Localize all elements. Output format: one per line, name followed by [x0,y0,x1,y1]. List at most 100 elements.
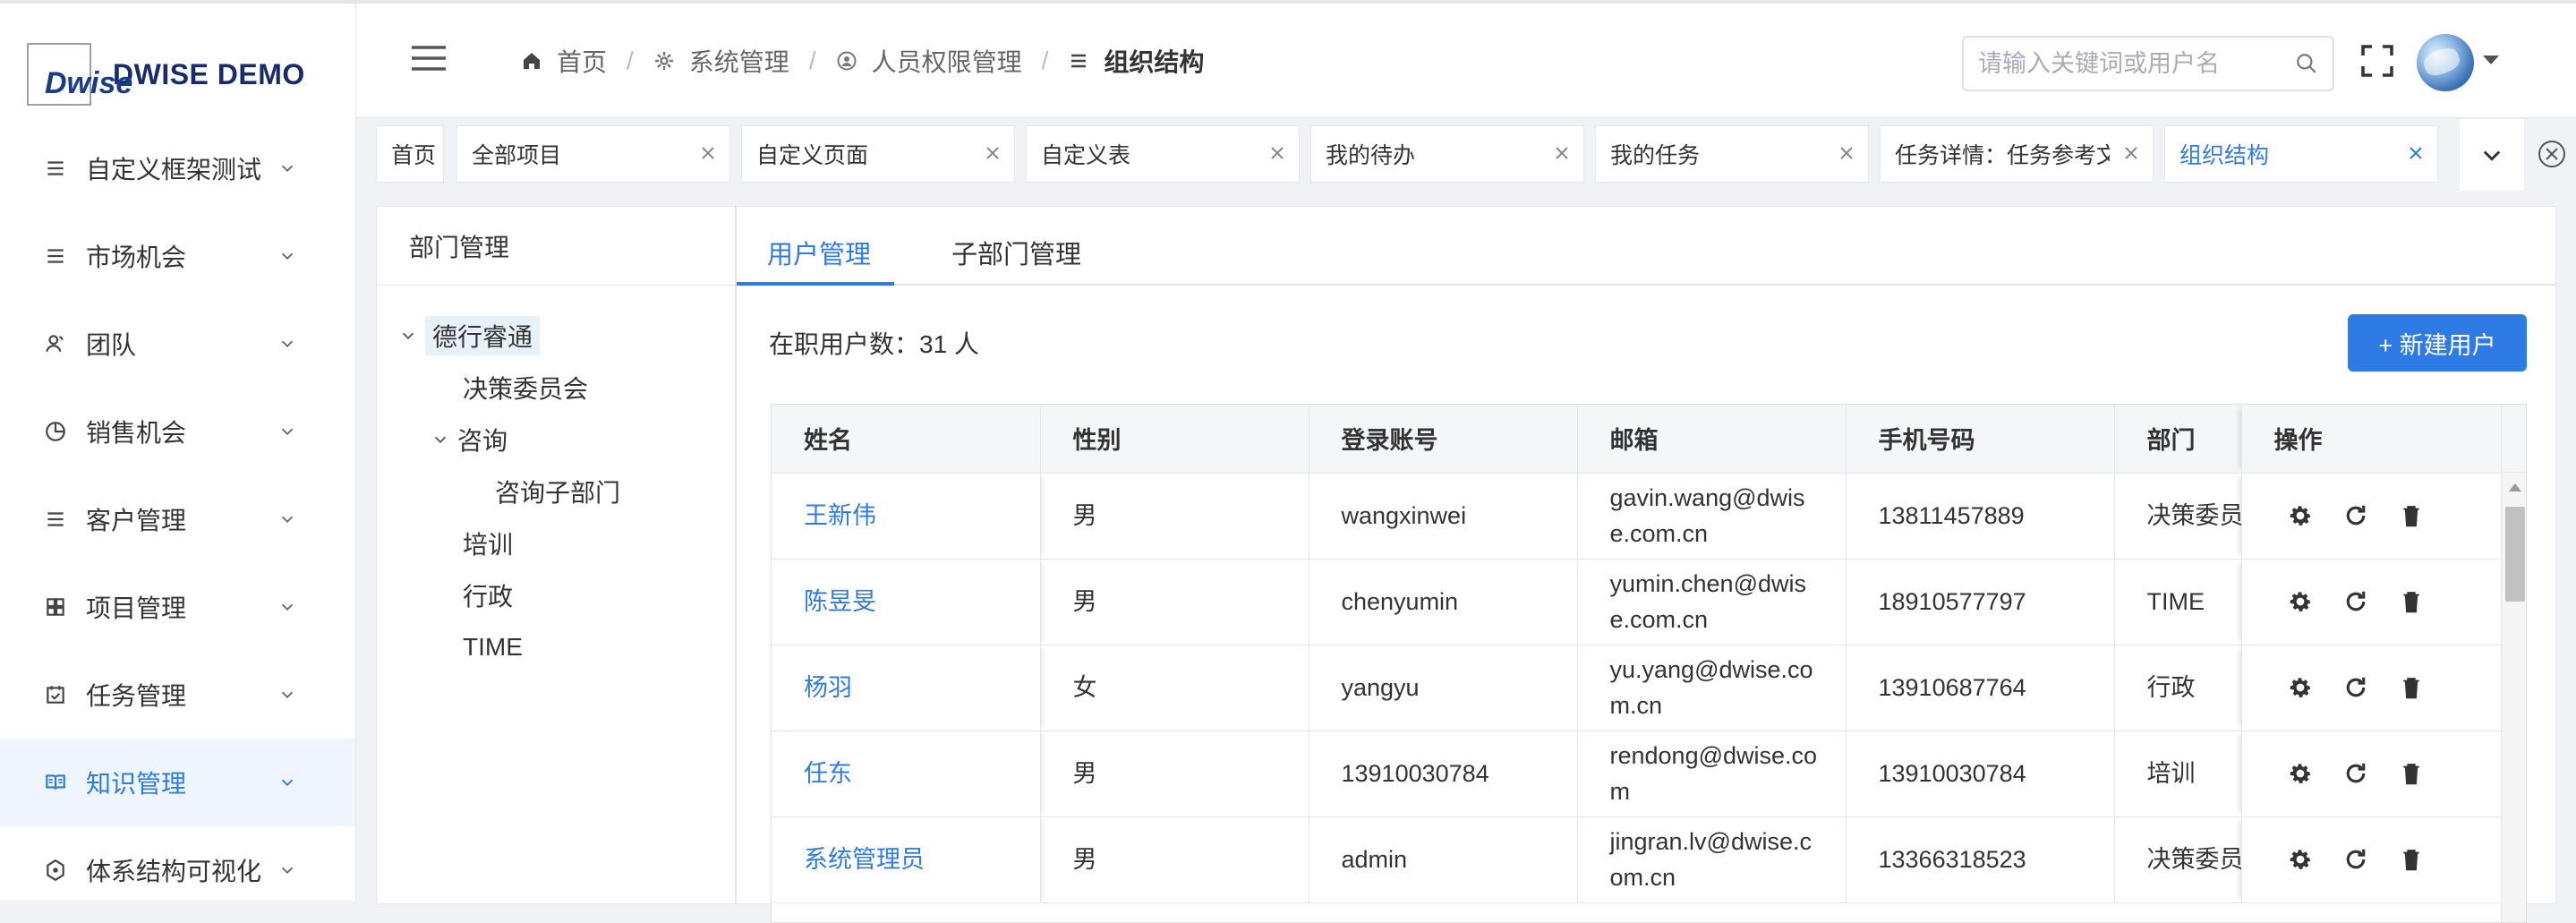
chevron-down-icon [281,779,294,787]
cell-phone: 13366318523 [1846,816,2115,903]
tree-node-decision-committee[interactable]: 决策委员会 [463,368,588,407]
cell-department: 培训 [2114,731,2242,817]
sidebar-item-team[interactable]: 团队 [0,300,355,388]
sidebar-item-project-management[interactable]: 项目管理 [0,563,355,651]
tab-custom-page[interactable]: 自定义页面 [741,125,1015,183]
trash-icon[interactable] [2398,760,2425,787]
tree-node-root[interactable]: 德行睿通 [398,316,541,355]
tab-task-detail[interactable]: 任务详情：任务参考文 [1880,125,2154,183]
sidebar-item-label: 市场机会 [86,244,187,271]
close-all-tabs-icon[interactable] [2535,137,2569,171]
tab-my-todo[interactable]: 我的待办 [1310,125,1584,183]
scroll-up-arrow-icon[interactable] [2509,483,2521,491]
user-panel-tabs: 用户管理 子部门管理 [737,207,2555,286]
tab-custom-table[interactable]: 自定义表 [1026,125,1300,183]
column-header-account[interactable]: 登录账号 [1309,405,1578,474]
user-name-link[interactable]: 陈昱旻 [804,588,876,615]
column-header-phone[interactable]: 手机号码 [1846,405,2115,474]
scrollbar-thumb[interactable] [2505,507,2525,602]
trash-icon[interactable] [2398,674,2425,701]
search-icon[interactable] [2295,52,2318,75]
cell-account: wangxinwei [1309,473,1578,560]
breadcrumb-separator: / [1041,47,1049,74]
trash-icon[interactable] [2398,502,2425,529]
search-box [1962,36,2334,91]
column-header-department[interactable]: 部门 [2114,405,2242,474]
close-icon[interactable] [699,144,717,162]
tabs-more-button[interactable] [2460,119,2524,191]
sidebar-item-task-management[interactable]: 任务管理 [0,651,355,739]
calendar-check-icon [43,682,68,707]
user-name-link[interactable]: 任东 [804,760,852,787]
column-header-gender[interactable]: 性别 [1040,405,1309,474]
hamburger-menu-icon[interactable] [412,45,446,72]
tab-user-management[interactable]: 用户管理 [767,234,871,271]
refresh-icon[interactable] [2342,674,2369,701]
refresh-icon[interactable] [2342,588,2369,615]
tab-sub-department-management[interactable]: 子部门管理 [951,234,1081,271]
chevron-down-icon[interactable] [398,326,418,346]
trash-icon[interactable] [2398,588,2425,615]
new-user-button[interactable]: + 新建用户 [2348,314,2527,372]
cell-department: TIME [2114,559,2242,645]
avatar[interactable] [2417,34,2474,91]
active-user-count: 在职用户数：31 人 [769,330,979,358]
table-scrollbar[interactable] [2501,473,2526,922]
tree-node-training[interactable]: 培训 [463,524,513,563]
breadcrumb-permission-management[interactable]: 人员权限管理 [836,43,1022,79]
cell-name: 王新伟 [772,473,1041,560]
fullscreen-icon[interactable] [2361,45,2393,77]
sidebar-item-framework-test[interactable]: 自定义框架测试 [0,124,355,212]
table-row: 杨羽 女 yangyu yu.yang@dwise.com.cn 1391068… [772,645,2502,731]
sidebar-item-knowledge-management[interactable]: 知识管理 [0,739,355,826]
refresh-icon[interactable] [2342,502,2369,529]
chevron-down-icon[interactable] [431,430,450,449]
trash-icon[interactable] [2398,846,2425,873]
user-panel: 用户管理 子部门管理 在职用户数：31 人 + 新建用户 姓名 性别 登录账号 … [736,206,2556,923]
user-name-link[interactable]: 王新伟 [804,502,876,529]
refresh-icon[interactable] [2342,846,2369,873]
sidebar-item-sales-opportunity[interactable]: 销售机会 [0,388,355,475]
sidebar-item-market-opportunity[interactable]: 市场机会 [0,212,355,300]
gear-icon[interactable] [2287,502,2314,529]
tree-node-consulting-sub[interactable]: 咨询子部门 [495,472,620,511]
tab-all-projects[interactable]: 全部项目 [456,125,730,183]
gear-icon[interactable] [2287,674,2314,701]
caret-down-icon[interactable] [2483,56,2499,64]
close-icon[interactable] [2407,144,2425,162]
tree-node-consulting[interactable]: 咨询 [431,420,508,459]
app-title: DWISE DEMO [113,57,305,90]
refresh-icon[interactable] [2342,760,2369,787]
breadcrumb-separator: / [808,47,816,74]
close-icon[interactable] [2122,144,2140,162]
gear-icon[interactable] [2287,588,2314,615]
list-icon [43,507,68,532]
close-icon[interactable] [1838,144,1855,162]
breadcrumb-home[interactable]: 首页 [521,43,607,79]
sidebar-item-label: 体系结构可视化 [86,858,262,885]
cell-account: 13910030784 [1309,731,1578,817]
close-icon[interactable] [1553,144,1571,162]
tree-node-administration[interactable]: 行政 [463,576,513,615]
gear-icon[interactable] [2287,846,2314,873]
close-icon[interactable] [984,144,1002,162]
sidebar-item-customer-management[interactable]: 客户管理 [0,475,355,563]
app-logo[interactable]: Dwise DWISE DEMO [27,43,305,106]
column-header-email[interactable]: 邮箱 [1577,405,1847,474]
tree-node-time[interactable]: TIME [463,628,523,667]
cell-gender: 男 [1040,816,1309,903]
sidebar-item-architecture-visualization[interactable]: 体系结构可视化 [0,826,355,914]
table-header-row: 姓名 性别 登录账号 邮箱 手机号码 部门 操作 [772,405,2502,474]
tab-my-tasks[interactable]: 我的任务 [1595,125,1869,183]
user-name-link[interactable]: 系统管理员 [804,846,925,873]
search-input[interactable] [1964,38,2268,90]
cell-account: yangyu [1309,645,1578,731]
breadcrumb-system-management[interactable]: 系统管理 [653,43,789,79]
tab-org-structure[interactable]: 组织结构 [2164,125,2438,183]
close-icon[interactable] [1268,144,1286,162]
tab-home[interactable]: 首页 [376,125,444,183]
gear-icon[interactable] [2287,760,2314,787]
user-name-link[interactable]: 杨羽 [804,674,852,701]
chevron-down-icon [2483,150,2501,161]
column-header-name[interactable]: 姓名 [772,405,1041,474]
